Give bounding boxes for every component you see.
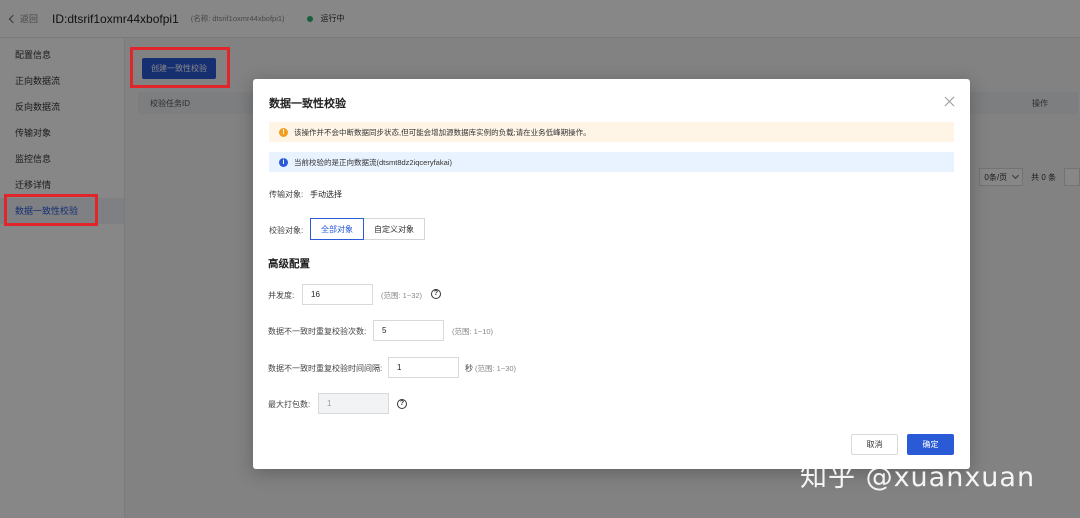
retry-interval-unit: 秒	[465, 364, 473, 373]
concurrency-input[interactable]: 16	[302, 284, 373, 305]
close-icon[interactable]	[944, 96, 955, 107]
dialog-title: 数据一致性校验	[269, 98, 346, 110]
transfer-object-label: 传输对象:	[269, 190, 304, 199]
advanced-config-title: 高级配置	[268, 258, 310, 270]
info-text: 当前校验的是正向数据流(dtsmt8dz2iqceryfakai)	[294, 157, 452, 167]
retry-times-label: 数据不一致时重复校验次数:	[268, 327, 367, 336]
warning-icon: !	[279, 127, 288, 137]
max-pack-label: 最大打包数:	[268, 400, 311, 409]
help-icon[interactable]: ?	[397, 399, 407, 409]
info-icon: i	[279, 157, 288, 167]
concurrency-hint: (范围: 1~32)	[381, 291, 423, 300]
warning-text: 该操作并不会中断数据同步状态,但可能会增加源数据库实例的负载;请在业务低峰期操作…	[294, 127, 591, 137]
highlight-box-sidebar	[4, 194, 98, 226]
concurrency-label: 并发度:	[268, 291, 295, 300]
cancel-button[interactable]: 取消	[851, 434, 898, 455]
max-pack-input: 1	[318, 393, 389, 414]
option-custom-objects[interactable]: 自定义对象	[364, 218, 425, 240]
confirm-button[interactable]: 确定	[907, 434, 954, 455]
retry-interval-input[interactable]: 1	[388, 357, 459, 378]
info-alert: i 当前校验的是正向数据流(dtsmt8dz2iqceryfakai)	[269, 152, 954, 172]
consistency-check-dialog: 数据一致性校验 ! 该操作并不会中断数据同步状态,但可能会增加源数据库实例的负载…	[253, 79, 970, 469]
transfer-object-value: 手动选择	[310, 190, 342, 199]
retry-times-hint: (范围: 1~10)	[452, 327, 494, 336]
retry-times-input[interactable]: 5	[373, 320, 444, 341]
warning-alert: ! 该操作并不会中断数据同步状态,但可能会增加源数据库实例的负载;请在业务低峰期…	[269, 122, 954, 142]
option-all-objects[interactable]: 全部对象	[310, 218, 364, 240]
check-object-segmented: 全部对象 自定义对象	[310, 218, 425, 240]
watermark-text: 知乎 @xuanxuan	[800, 462, 1036, 493]
retry-interval-hint: (范围: 1~30)	[475, 364, 517, 373]
check-object-label: 校验对象:	[269, 226, 304, 235]
highlight-box-create	[130, 47, 230, 88]
help-icon[interactable]: ?	[431, 289, 441, 299]
retry-interval-label: 数据不一致时重复校验时间间隔:	[268, 364, 383, 373]
